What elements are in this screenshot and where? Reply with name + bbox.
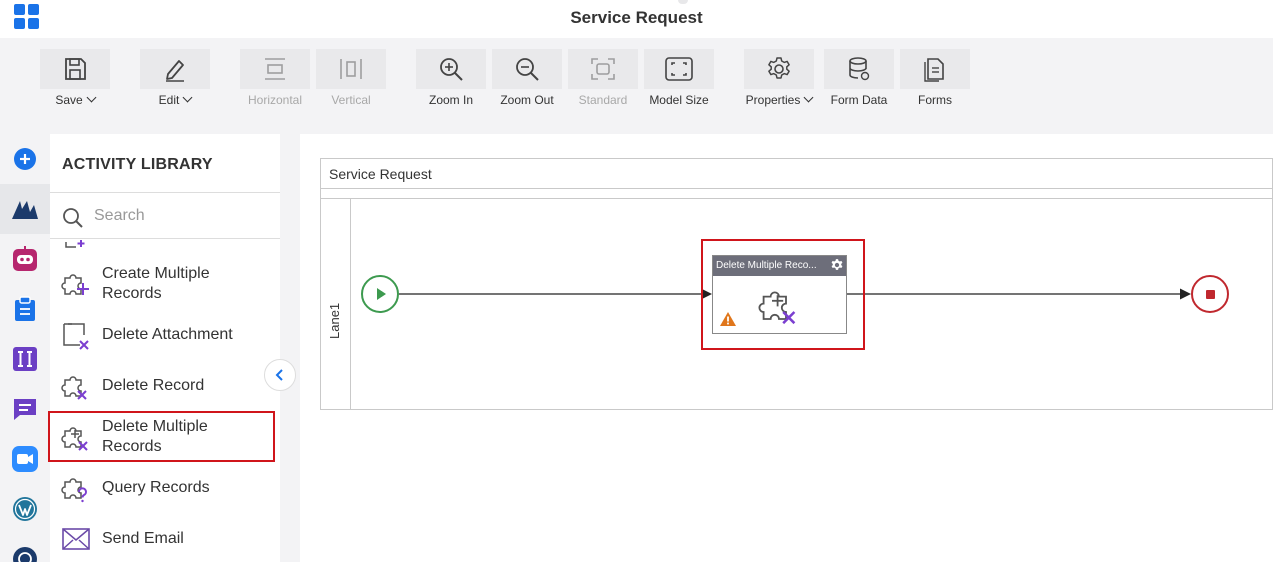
- collapse-panel-button[interactable]: [264, 359, 296, 391]
- edit-button[interactable]: Edit: [140, 49, 210, 111]
- toolbar: Save Edit Horizontal Vertical Zoom In Zo…: [0, 38, 1273, 114]
- list-item-label: Delete Attachment: [102, 326, 233, 343]
- add-circle-icon: [14, 148, 36, 170]
- rail-clipboard-button[interactable]: [0, 284, 50, 334]
- title-notch: [678, 0, 688, 4]
- chevron-down-icon: [86, 92, 97, 103]
- puzzle-plus-x-icon: [758, 291, 796, 325]
- properties-label: Properties: [745, 93, 801, 107]
- model-size-button[interactable]: Model Size: [644, 49, 714, 111]
- list-item-delete-record[interactable]: Delete Record: [50, 371, 280, 401]
- fit-screen-icon: [665, 57, 693, 81]
- edit-label: Edit: [158, 93, 180, 107]
- form-data-button[interactable]: Form Data: [824, 49, 894, 111]
- align-horizontal-icon: [265, 58, 285, 80]
- list-item-create-multiple-records[interactable]: Create Multiple Records: [50, 264, 280, 304]
- library-search: [50, 193, 280, 239]
- list-item-send-email[interactable]: Send Email: [50, 524, 280, 554]
- standard-view-icon: [591, 58, 615, 80]
- zoom-out-icon: [516, 58, 539, 81]
- lane-header[interactable]: Lane1: [321, 199, 351, 409]
- properties-button[interactable]: Properties: [744, 49, 814, 111]
- rail-dynamics-button[interactable]: [0, 184, 50, 234]
- align-vertical-icon: [340, 59, 362, 79]
- puzzle-question-icon: [61, 478, 87, 503]
- horizontal-label: Horizontal: [247, 93, 303, 107]
- integration-icon: [13, 347, 37, 371]
- vertical-label: Vertical: [331, 93, 371, 107]
- chat-icon: [14, 399, 36, 420]
- forms-label: Forms: [918, 93, 952, 107]
- list-item-label: Query Records: [102, 479, 210, 496]
- list-item-label: Create Multiple Records: [102, 265, 210, 302]
- attachment-delete-icon: [63, 323, 89, 350]
- pencil-icon: [166, 60, 184, 82]
- rail-wordpress-button[interactable]: [0, 484, 50, 534]
- page-title: Service Request: [570, 8, 703, 27]
- chevron-left-icon: [275, 369, 283, 381]
- envelope-icon: [62, 528, 90, 550]
- form-data-label: Form Data: [830, 93, 888, 107]
- standard-label: Standard: [578, 93, 628, 107]
- start-event[interactable]: [361, 275, 399, 313]
- video-camera-icon: [12, 446, 38, 472]
- activity-library: ACTIVITY LIBRARY Create Multiple Records…: [50, 134, 280, 562]
- standard-button[interactable]: Standard: [568, 49, 638, 111]
- puzzle-plus-icon: [61, 274, 89, 295]
- list-item-label: Send Email: [102, 530, 184, 547]
- task-title: Delete Multiple Reco...: [716, 260, 817, 271]
- end-event[interactable]: [1191, 275, 1229, 313]
- pool-divider: [321, 189, 1273, 199]
- rail-zoom-app-button[interactable]: [0, 434, 50, 484]
- chevron-down-icon: [182, 92, 193, 103]
- forms-icon: [924, 58, 944, 82]
- list-item-query-records[interactable]: Query Records: [50, 473, 280, 503]
- list-item-label: Delete Record: [102, 377, 205, 394]
- selected-item-highlight: [48, 411, 275, 462]
- puzzle-x-icon: [61, 376, 87, 400]
- save-label: Save: [55, 93, 83, 107]
- left-rail: [0, 134, 50, 562]
- list-item-delete-attachment[interactable]: Delete Attachment: [50, 320, 280, 350]
- task-delete-multiple-records[interactable]: Delete Multiple Reco...: [712, 255, 847, 334]
- save-icon: [65, 58, 86, 80]
- model-size-label: Model Size: [649, 93, 709, 107]
- zoom-in-label: Zoom In: [428, 93, 473, 107]
- gear-icon: [768, 57, 790, 79]
- search-input[interactable]: [94, 204, 270, 228]
- rail-integration-button[interactable]: [0, 334, 50, 384]
- gear-icon[interactable]: [830, 258, 844, 272]
- zoom-in-button[interactable]: Zoom In: [416, 49, 486, 111]
- zoom-out-label: Zoom Out: [500, 93, 554, 107]
- clipboard-icon: [15, 296, 35, 321]
- warning-icon[interactable]: [719, 311, 737, 327]
- library-title: ACTIVITY LIBRARY: [62, 156, 213, 173]
- lane-label: Lane1: [327, 302, 342, 339]
- pool-title: Service Request: [321, 159, 1273, 189]
- rail-bot-button[interactable]: [0, 234, 50, 284]
- task-header: Delete Multiple Reco...: [713, 256, 846, 276]
- chevron-down-icon: [803, 92, 814, 103]
- list-item-partial[interactable]: [50, 240, 280, 248]
- zoom-in-icon: [440, 58, 463, 81]
- horizontal-button[interactable]: Horizontal: [240, 49, 310, 111]
- vertical-button[interactable]: Vertical: [316, 49, 386, 111]
- wordpress-icon: [13, 497, 37, 521]
- puzzle-plus-icon: [65, 240, 85, 248]
- forms-button[interactable]: Forms: [900, 49, 970, 111]
- rail-chat-button[interactable]: [0, 384, 50, 434]
- database-icon: [849, 57, 870, 81]
- rail-more-button[interactable]: [0, 534, 50, 562]
- robot-icon: [13, 246, 37, 271]
- rail-add-button[interactable]: [0, 134, 50, 184]
- globe-icon: [13, 547, 37, 562]
- title-bar: Service Request: [0, 0, 1273, 38]
- search-icon: [63, 208, 83, 228]
- dynamics-logo-icon: [12, 201, 38, 219]
- save-button[interactable]: Save: [40, 49, 110, 111]
- zoom-out-button[interactable]: Zoom Out: [492, 49, 562, 111]
